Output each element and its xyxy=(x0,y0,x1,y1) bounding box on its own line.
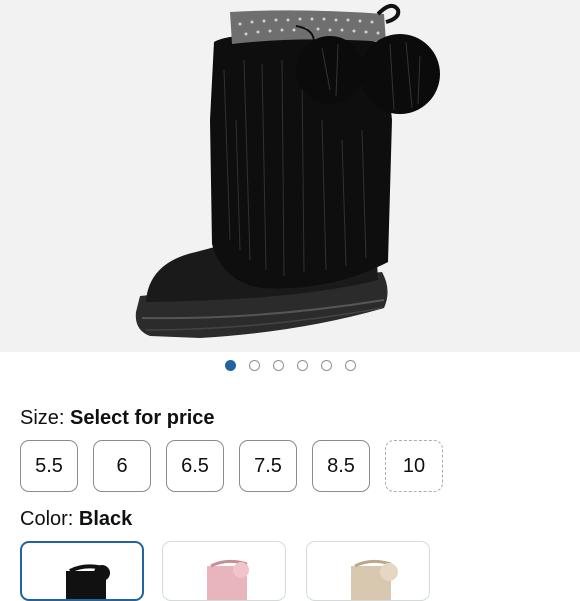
size-heading: Size: Select for price xyxy=(20,406,215,430)
color-swatch-pink[interactable] xyxy=(162,541,286,601)
product-image-boot xyxy=(135,3,440,338)
size-option-6-5[interactable]: 6.5 xyxy=(166,440,224,492)
carousel-dot[interactable] xyxy=(344,360,356,371)
color-value: Black xyxy=(78,508,133,530)
size-label: Size: xyxy=(20,407,65,429)
size-option-10[interactable]: 10 xyxy=(385,440,443,492)
color-label: Color: xyxy=(20,508,74,530)
carousel-indicator xyxy=(0,360,580,374)
carousel-dot[interactable] xyxy=(272,360,284,371)
size-option-7-5[interactable]: 7.5 xyxy=(239,440,297,492)
color-swatch-beige[interactable] xyxy=(306,541,430,601)
carousel-dot[interactable] xyxy=(224,360,236,371)
carousel-dot[interactable] xyxy=(248,360,260,371)
carousel-dot[interactable] xyxy=(296,360,308,371)
carousel-dot[interactable] xyxy=(320,360,332,371)
size-option-8-5[interactable]: 8.5 xyxy=(312,440,370,492)
color-swatch-black[interactable] xyxy=(20,541,144,601)
product-image-carousel[interactable] xyxy=(0,0,580,352)
swatch-boot-pink-image xyxy=(207,559,249,600)
color-heading: Color: Black xyxy=(20,507,132,531)
size-option-5-5[interactable]: 5.5 xyxy=(20,440,78,492)
size-option-6[interactable]: 6 xyxy=(93,440,151,492)
swatch-boot-beige-image xyxy=(351,559,398,600)
size-value: Select for price xyxy=(70,407,215,429)
swatch-boot-black-image xyxy=(66,564,110,599)
